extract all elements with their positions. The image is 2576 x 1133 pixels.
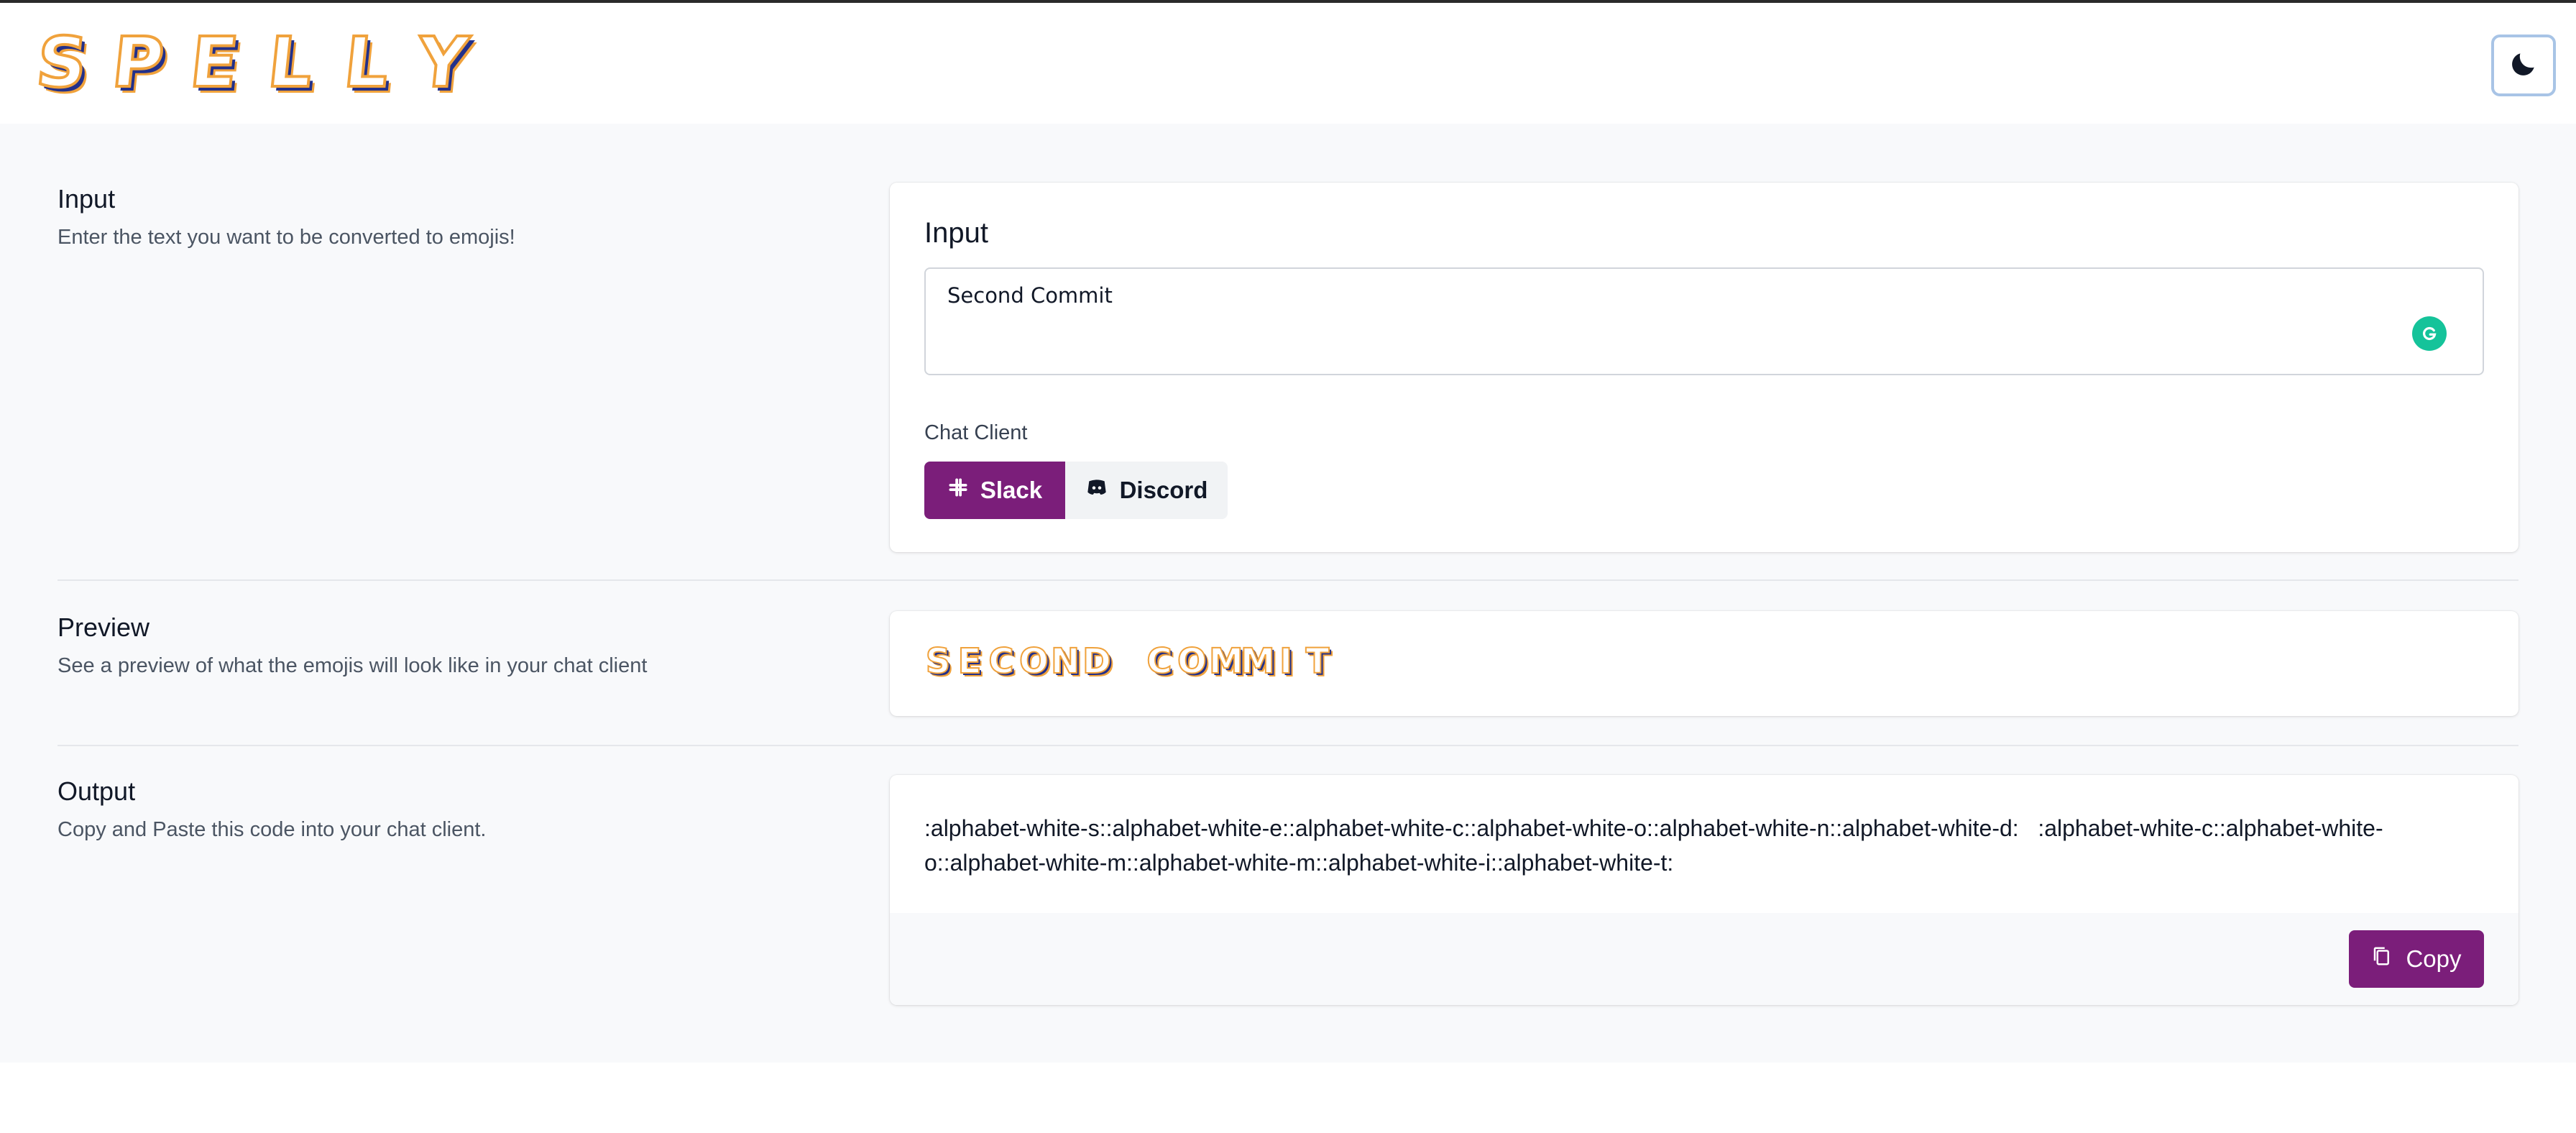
preview-card: S E C O N D C O M M I T (890, 611, 2518, 716)
preview-letter (1114, 640, 1141, 683)
output-code[interactable]: :alphabet-white-s::alphabet-white-e::alp… (924, 811, 2484, 880)
logo-letter: P (107, 21, 169, 104)
preview-letter: O (1177, 641, 1208, 682)
logo-letter: Y (412, 21, 473, 104)
preview-section-description: See a preview of what the emojis will lo… (58, 654, 648, 677)
preview-letter: M (1208, 641, 1244, 682)
text-input[interactable]: Second Commit (924, 267, 2484, 375)
input-card: Input Second Commit Chat Client Slack Di… (890, 183, 2518, 552)
preview-letter: M (1240, 641, 1276, 682)
copy-button[interactable]: Copy (2349, 930, 2484, 988)
slack-icon (947, 477, 969, 504)
preview-letter: S (925, 641, 952, 682)
chat-client-label: Chat Client (924, 421, 1028, 444)
section-divider (58, 579, 2518, 581)
discord-label: Discord (1119, 477, 1208, 503)
preview-letter: C (1146, 641, 1172, 682)
copy-icon (2371, 945, 2393, 973)
input-section-description: Enter the text you want to be converted … (58, 226, 515, 249)
preview-letter: C (988, 641, 1014, 682)
logo-letter: E (185, 21, 243, 104)
preview-letter: E (957, 641, 983, 682)
input-card-title: Input (924, 217, 988, 249)
slack-button[interactable]: Slack (924, 462, 1065, 519)
output-section-description: Copy and Paste this code into your chat … (58, 818, 487, 841)
moon-icon (2508, 48, 2539, 83)
output-card: :alphabet-white-s::alphabet-white-e::alp… (890, 775, 2518, 1005)
app-header: S P E L L Y (0, 3, 2576, 124)
copy-label: Copy (2406, 945, 2462, 972)
logo-letter: S (32, 21, 93, 104)
output-card-footer: Copy (890, 913, 2518, 1005)
main-content: Input Enter the text you want to be conv… (0, 124, 2576, 1063)
emoji-preview: S E C O N D C O M M I T (924, 640, 1331, 683)
preview-letter: N (1050, 641, 1080, 682)
discord-button[interactable]: Discord (1065, 462, 1228, 519)
spelly-logo[interactable]: S P E L L Y (29, 21, 476, 104)
preview-letter: T (1305, 641, 1330, 682)
discord-icon (1085, 476, 1108, 505)
preview-letter: I (1279, 641, 1293, 682)
preview-letter: D (1082, 641, 1112, 682)
input-section-title: Input (58, 184, 116, 214)
preview-letter: O (1018, 641, 1049, 682)
grammarly-icon[interactable] (2412, 316, 2447, 351)
logo-letter: L (263, 21, 318, 104)
slack-label: Slack (980, 477, 1043, 503)
output-section-title: Output (58, 776, 136, 806)
logo-letter: L (339, 21, 395, 104)
section-divider (58, 745, 2518, 746)
theme-toggle-button[interactable] (2491, 35, 2556, 96)
preview-section-title: Preview (58, 613, 150, 642)
